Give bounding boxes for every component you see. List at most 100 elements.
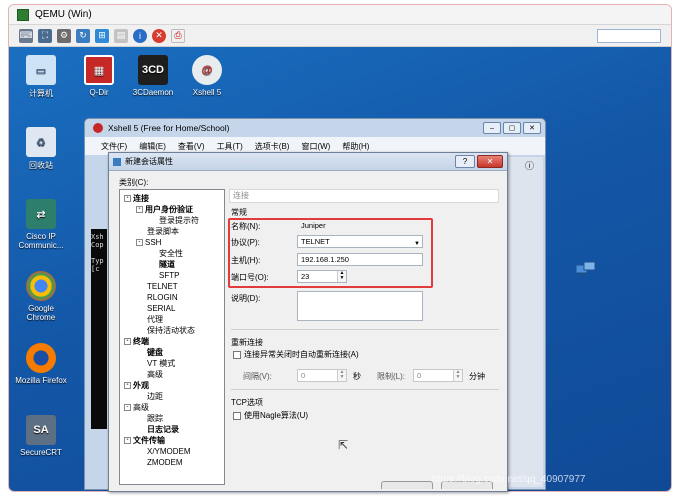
- limit-stepper[interactable]: 0 ▲ ▼: [413, 369, 463, 382]
- menu-tools[interactable]: 工具(T): [217, 141, 243, 152]
- info-icon[interactable]: i: [133, 28, 147, 43]
- tree-item-label: 高级: [133, 403, 149, 412]
- tree-item[interactable]: VT 模式: [120, 358, 224, 369]
- tree-expander-icon[interactable]: -: [124, 382, 131, 390]
- tree-item[interactable]: - SSH: [120, 237, 224, 248]
- spin-arrows-icon[interactable]: ▲ ▼: [337, 370, 346, 381]
- tree-expander-icon[interactable]: -: [136, 239, 143, 247]
- tree-item[interactable]: - 连接: [120, 193, 224, 204]
- dialog-titlebar: 新建会话属性: [109, 153, 507, 171]
- menu-help[interactable]: 帮助(H): [342, 141, 369, 152]
- tree-item[interactable]: 登录脚本: [120, 226, 224, 237]
- desktop-icon-qdir[interactable]: ▦ Q-Dir: [71, 55, 127, 97]
- tree-item-label: X/YMODEM: [147, 447, 191, 456]
- desktop-icon-computer[interactable]: ▭ 计算机: [13, 55, 69, 99]
- interval-label: 间隔(V):: [243, 372, 272, 381]
- interval-value: 0: [301, 371, 306, 380]
- tree-item-label: 文件传输: [133, 436, 165, 445]
- menu-window[interactable]: 窗口(W): [301, 141, 330, 152]
- maximize-icon[interactable]: ▢: [503, 122, 521, 134]
- tree-item[interactable]: 高级: [120, 369, 224, 380]
- computer-icon: ▭: [26, 55, 56, 85]
- minimize-icon[interactable]: –: [483, 122, 501, 134]
- general-group-title: 常规: [231, 208, 247, 217]
- desktop-icon-securecrt[interactable]: SA SecureCRT: [13, 415, 69, 457]
- terminal-line: Cop: [91, 241, 104, 249]
- tree-expander-icon[interactable]: -: [136, 206, 143, 214]
- tree-item-label: 日志记录: [147, 425, 179, 434]
- dialog-title: 新建会话属性: [125, 157, 173, 166]
- tree-item[interactable]: 安全性: [120, 248, 224, 259]
- menu-view[interactable]: 查看(V): [178, 141, 205, 152]
- document-icon[interactable]: ▤: [114, 28, 128, 43]
- menu-file[interactable]: 文件(F): [101, 141, 127, 152]
- tree-item[interactable]: - 高级: [120, 402, 224, 413]
- tree-item[interactable]: X/YMODEM: [120, 446, 224, 457]
- help-button[interactable]: ?: [455, 155, 475, 168]
- tree-expander-icon[interactable]: -: [124, 338, 131, 346]
- tree-item[interactable]: 日志记录: [120, 424, 224, 435]
- nagle-checkbox[interactable]: 使用Nagle算法(U): [233, 410, 308, 421]
- refresh-icon[interactable]: ↻: [76, 28, 90, 43]
- tree-item-label: 代理: [147, 315, 163, 324]
- desktop-icon-3cdaemon[interactable]: 3CD 3CDaemon: [125, 55, 181, 97]
- tree-item[interactable]: - 用户身份验证: [120, 204, 224, 215]
- windows-logo-icon[interactable]: ⊞: [95, 28, 109, 43]
- tree-item[interactable]: 代理: [120, 314, 224, 325]
- toolbar-input[interactable]: [597, 29, 661, 43]
- close-button[interactable]: ✕: [477, 155, 503, 168]
- auto-reconnect-checkbox[interactable]: 连接异常关闭时自动重新连接(A): [233, 349, 359, 360]
- tree-item[interactable]: TELNET: [120, 281, 224, 292]
- close-icon[interactable]: ✕: [523, 122, 541, 134]
- desktop-icon-label: SecureCRT: [20, 448, 62, 457]
- desktop-icon-label: 3CDaemon: [132, 88, 174, 97]
- tree-item-label: SFTP: [159, 271, 180, 280]
- category-tree[interactable]: - 连接 - 用户身份验证 登录提示符 登录脚本 - SSH 安全性 隧道 SFTP TELNET RL…: [119, 189, 225, 485]
- tree-expander-icon[interactable]: -: [124, 404, 131, 412]
- tree-item[interactable]: - 外观: [120, 380, 224, 391]
- tree-item[interactable]: SERIAL: [120, 303, 224, 314]
- spin-arrows-icon[interactable]: ▲ ▼: [453, 370, 462, 381]
- tree-item[interactable]: ZMODEM: [120, 457, 224, 468]
- desktop-icon-recycle-bin[interactable]: ♻ 回收站: [13, 127, 69, 171]
- desktop-icon-cisco[interactable]: ⇄ Cisco IP Communic...: [13, 199, 69, 250]
- description-field[interactable]: [297, 291, 423, 321]
- qdir-icon: ▦: [84, 55, 114, 85]
- tree-expander-icon[interactable]: -: [124, 195, 131, 203]
- tree-item-label: 终端: [133, 337, 149, 346]
- desktop-icon-label: 计算机: [29, 89, 53, 98]
- desktop-icon-xshell[interactable]: @ Xshell 5: [179, 55, 235, 97]
- tree-item-label: 键盘: [147, 348, 163, 357]
- tree-item[interactable]: - 终端: [120, 336, 224, 347]
- tree-item[interactable]: 边距: [120, 391, 224, 402]
- tree-item[interactable]: 登录提示符: [120, 215, 224, 226]
- desktop-icon-chrome[interactable]: Google Chrome: [13, 271, 69, 322]
- nagle-label: 使用Nagle算法(U): [244, 411, 309, 420]
- ok-button[interactable]: [381, 481, 433, 489]
- menu-edit[interactable]: 编辑(E): [139, 141, 166, 152]
- securecrt-icon: SA: [26, 415, 56, 445]
- limit-label: 限制(L):: [377, 372, 405, 381]
- settings-gear-icon[interactable]: ⚙: [57, 28, 71, 43]
- divider: [231, 329, 499, 330]
- tree-item[interactable]: - 文件传输: [120, 435, 224, 446]
- clipboard-icon[interactable]: ⎙: [171, 28, 185, 43]
- tree-expander-icon[interactable]: -: [124, 437, 131, 445]
- stop-icon[interactable]: ✕: [152, 28, 166, 43]
- fullscreen-icon[interactable]: ⛶: [38, 28, 52, 43]
- tree-item[interactable]: 保持活动状态: [120, 325, 224, 336]
- minutes-unit: 分钟: [469, 372, 485, 381]
- menu-tabs[interactable]: 选项卡(B): [255, 141, 290, 152]
- keyboard-icon[interactable]: ⌨: [19, 28, 33, 43]
- desktop-icon-firefox[interactable]: Mozilla Firefox: [13, 343, 69, 385]
- tree-item[interactable]: RLOGIN: [120, 292, 224, 303]
- help-circle-icon[interactable]: ⓘ: [525, 159, 534, 172]
- tree-item[interactable]: SFTP: [120, 270, 224, 281]
- interval-stepper[interactable]: 0 ▲ ▼: [297, 369, 347, 382]
- qemu-toolbar: ⌨ ⛶ ⚙ ↻ ⊞ ▤ i ✕ ⎙: [9, 25, 671, 47]
- xshell-terminal[interactable]: Xsh Cop Typ [c: [91, 229, 107, 429]
- desktop-icon-label: Q-Dir: [89, 88, 109, 97]
- tree-item[interactable]: 隧道: [120, 259, 224, 270]
- tree-item[interactable]: 键盘: [120, 347, 224, 358]
- tree-item[interactable]: 跟踪: [120, 413, 224, 424]
